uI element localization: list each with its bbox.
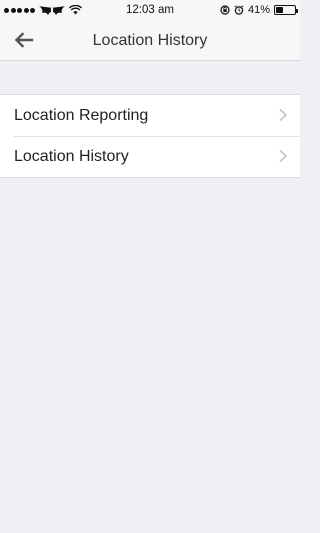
alarm-icon bbox=[234, 5, 244, 15]
battery-fill bbox=[276, 7, 284, 13]
list-item-location-reporting[interactable]: Location Reporting bbox=[0, 95, 300, 136]
battery-icon bbox=[274, 5, 298, 15]
list-item-label: Location Reporting bbox=[14, 106, 149, 124]
list-item-label: Location History bbox=[14, 147, 129, 165]
status-bar: 12:03 am 41% bbox=[0, 0, 300, 20]
chevron-right-icon bbox=[279, 149, 288, 163]
chevron-right-icon bbox=[279, 108, 288, 122]
nav-bar: Location History bbox=[0, 20, 300, 61]
rotation-lock-icon bbox=[220, 5, 230, 15]
status-right: 41% bbox=[220, 0, 298, 20]
page-title: Location History bbox=[92, 32, 208, 49]
battery-percent: 41% bbox=[247, 4, 270, 16]
list-item-location-history[interactable]: Location History bbox=[0, 136, 300, 177]
settings-list: Location Reporting Location History bbox=[0, 94, 300, 178]
